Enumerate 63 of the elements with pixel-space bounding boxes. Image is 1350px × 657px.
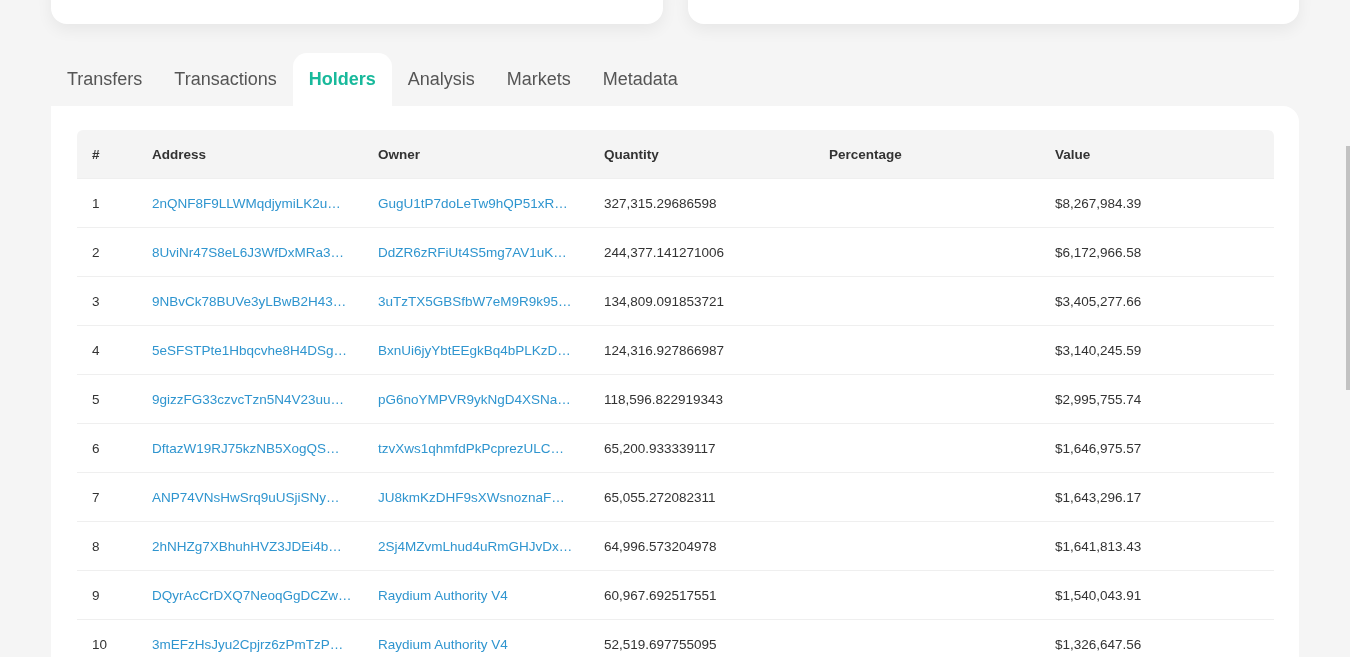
quantity-cell-text: 64,996.573204978 <box>604 538 718 554</box>
tab[interactable]: Holders <box>292 53 392 106</box>
rank-cell-text: 4 <box>91 342 101 358</box>
rank-cell-text: 9 <box>91 587 101 603</box>
tab[interactable]: Markets <box>490 53 587 106</box>
address-link[interactable]: DftazW19RJ75kzNB5XogQS… <box>152 440 340 456</box>
quantity-cell-text: 118,596.822919343 <box>604 391 725 407</box>
address-link[interactable]: 2hNHZg7XBhuhHVZ3JDEi4b… <box>152 538 342 554</box>
address-link[interactable]: 2nQNF8F9LLWMqdjymiLK2u… <box>152 195 341 211</box>
value-cell-text: $3,405,277.66 <box>1055 293 1143 309</box>
owner-link[interactable]: DdZR6zRFiUt4S5mg7AV1uK… <box>378 244 567 260</box>
address-link[interactable]: 9gizzFG33czvcTzn5N4V23uu… <box>152 391 345 407</box>
value-cell-text: $1,641,813.43 <box>1055 538 1143 554</box>
tab[interactable]: Analysis <box>391 53 491 106</box>
value-cell-text: $1,643,296.17 <box>1055 489 1143 505</box>
address-link[interactable]: 5eSFSTPte1Hbqcvhe8H4DSg… <box>152 342 348 358</box>
quantity-cell-text: 65,055.272082311 <box>604 489 717 505</box>
rank-cell-text: 2 <box>91 244 101 260</box>
rank-cell-text: 3 <box>91 293 101 309</box>
quantity-cell-text: 60,967.692517551 <box>604 587 718 603</box>
owner-link[interactable]: JU8kmKzDHF9sXWsnoznaF… <box>378 489 565 505</box>
rank-cell-text: 5 <box>91 391 101 407</box>
quantity-cell-text: 134,809.091853721 <box>604 293 726 309</box>
column-header: Owner <box>378 146 421 162</box>
owner-link[interactable]: tzvXws1qhmfdPkPcprezULC… <box>378 440 565 456</box>
owner-link[interactable]: pG6noYMPVR9ykNgD4XSNa… <box>378 391 571 407</box>
rank-cell-text: 6 <box>91 440 101 456</box>
rank-cell-text: 7 <box>91 489 101 505</box>
quantity-cell-text: 65,200.933339117 <box>604 440 717 456</box>
rank-cell-text: 8 <box>91 538 101 554</box>
quantity-cell-text: 327,315.29686598 <box>604 195 718 211</box>
value-cell-text: $2,995,755.74 <box>1055 391 1143 407</box>
scrollbar-thumb[interactable] <box>1346 146 1350 390</box>
column-header: Address <box>152 146 208 162</box>
quantity-cell-text: 124,316.927866987 <box>604 342 726 358</box>
quantity-cell-text: 52,519.697755095 <box>604 636 718 652</box>
owner-link[interactable]: 2Sj4MZvmLhud4uRmGHJvDx… <box>378 538 573 554</box>
value-cell-text: $3,140,245.59 <box>1055 342 1143 358</box>
owner-link[interactable]: Raydium Authority V4 <box>378 636 508 652</box>
column-header: Value <box>1055 146 1092 162</box>
column-header: Quantity <box>604 146 660 162</box>
value-cell-text: $1,540,043.91 <box>1055 587 1143 603</box>
value-cell-text: $6,172,966.58 <box>1055 244 1143 260</box>
rank-cell-text: 1 <box>91 195 101 211</box>
tab[interactable]: Metadata <box>586 53 694 106</box>
address-link[interactable]: ANP74VNsHwSrq9uUSjiSNy… <box>152 489 340 505</box>
quantity-cell-text: 244,377.141271006 <box>604 244 726 260</box>
value-cell-text: $1,326,647.56 <box>1055 636 1143 652</box>
tab[interactable]: Transactions <box>158 53 293 106</box>
owner-link[interactable]: 3uTzTX5GBSfbW7eM9R9k95… <box>378 293 572 309</box>
value-cell-text: $1,646,975.57 <box>1055 440 1143 456</box>
owner-link[interactable]: BxnUi6jyYbtEEgkBq4bPLKzD… <box>378 342 571 358</box>
owner-link[interactable]: GugU1tP7doLeTw9hQP51xR… <box>378 195 568 211</box>
address-link[interactable]: 9NBvCk78BUVe3yLBwB2H43… <box>152 293 347 309</box>
owner-link[interactable]: Raydium Authority V4 <box>378 587 508 603</box>
value-cell-text: $8,267,984.39 <box>1055 195 1143 211</box>
column-header: # <box>91 146 101 162</box>
rank-cell-text: 10 <box>91 636 109 652</box>
address-link[interactable]: DQyrAcCrDXQ7NeoqGgDCZw… <box>152 587 352 603</box>
tab[interactable]: Transfers <box>51 53 159 106</box>
address-link[interactable]: 8UviNr47S8eL6J3WfDxMRa3… <box>152 244 345 260</box>
address-link[interactable]: 3mEFzHsJyu2Cpjrz6zPmTzP… <box>152 636 344 652</box>
column-header: Percentage <box>829 146 903 162</box>
